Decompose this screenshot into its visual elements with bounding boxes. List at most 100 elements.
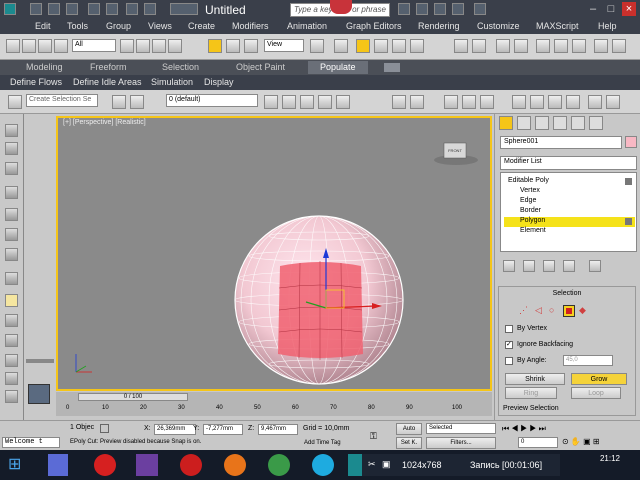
named-selection-sets-input[interactable]: Create Selection Se — [26, 94, 98, 107]
select-and-rotate-icon[interactable] — [226, 39, 240, 53]
set-key-button[interactable]: Set K. — [396, 437, 422, 449]
hierarchy-tab-icon[interactable] — [535, 116, 549, 130]
windows-start-icon[interactable]: ⊞ — [8, 454, 32, 476]
make-unique-icon[interactable] — [543, 260, 555, 272]
display-tab-icon[interactable] — [571, 116, 585, 130]
camera-left-icon[interactable] — [5, 208, 18, 221]
spinner-snap-icon[interactable] — [410, 39, 424, 53]
teapot-icon[interactable] — [5, 186, 18, 199]
chrome-icon[interactable] — [268, 454, 290, 476]
star-icon[interactable] — [452, 3, 464, 15]
define-flows-button[interactable]: Define Flows — [10, 77, 62, 87]
undo-icon[interactable] — [88, 3, 100, 15]
binoculars-icon[interactable] — [398, 3, 410, 15]
angle-spinner[interactable]: 45,0 — [563, 355, 613, 366]
mini-viewport-icon[interactable] — [28, 384, 50, 404]
menu-help[interactable]: Help — [598, 21, 617, 31]
create-layer-icon[interactable] — [264, 95, 278, 109]
stack-item-editable-poly[interactable]: Editable Poly — [504, 177, 635, 187]
selection-filter-dropdown[interactable]: All — [72, 39, 116, 52]
hide-layer-icon[interactable] — [410, 95, 424, 109]
align-icon[interactable] — [472, 39, 486, 53]
select-and-scale-icon[interactable] — [244, 39, 258, 53]
undo-button[interactable] — [6, 39, 20, 53]
object-name-field[interactable]: Sphere001 — [500, 136, 622, 149]
simulation-button[interactable]: Simulation — [151, 77, 193, 87]
new-file-icon[interactable] — [30, 3, 42, 15]
fetch-icon[interactable] — [144, 3, 156, 15]
subscription-icon[interactable] — [416, 3, 428, 15]
y-coordinate-field[interactable]: -7,277mm — [203, 424, 243, 435]
lights-icon[interactable] — [5, 248, 18, 261]
pin-stack-icon[interactable] — [503, 260, 515, 272]
shrink-button[interactable]: Shrink — [505, 373, 565, 385]
helpers-icon[interactable] — [5, 272, 18, 285]
menu-create[interactable]: Create — [188, 21, 215, 31]
select-and-move-icon[interactable] — [208, 39, 222, 53]
create-tab-icon[interactable] — [499, 116, 513, 130]
by-vertex-checkbox[interactable] — [505, 325, 513, 333]
render-setup-icon[interactable] — [594, 39, 608, 53]
lock-selection-icon[interactable] — [100, 424, 109, 433]
opera-icon[interactable] — [180, 454, 202, 476]
menu-group[interactable]: Group — [106, 21, 131, 31]
element-mode-icon[interactable]: ◆ — [579, 305, 589, 315]
tab-modeling[interactable]: Modeling — [26, 62, 63, 72]
unlink-icon[interactable] — [38, 39, 52, 53]
light-icon[interactable] — [606, 95, 620, 109]
layer-visibility-icon[interactable] — [130, 95, 144, 109]
menu-views[interactable]: Views — [148, 21, 172, 31]
loop-button[interactable]: Loop — [571, 387, 621, 399]
grow-button[interactable]: Grow — [571, 373, 627, 385]
hierarchy-icon[interactable] — [5, 334, 18, 347]
define-idle-areas-button[interactable]: Define Idle Areas — [73, 77, 142, 87]
menu-animation[interactable]: Animation — [287, 21, 327, 31]
list-view-icon[interactable] — [5, 162, 18, 175]
sun-icon[interactable] — [5, 354, 18, 367]
x-coordinate-field[interactable]: 26,369mm — [154, 424, 196, 435]
shapes-icon[interactable] — [5, 228, 18, 241]
render-production-icon[interactable] — [462, 95, 476, 109]
key-filters-button[interactable]: Filters... — [426, 437, 496, 449]
rollout-title[interactable]: Selection — [499, 290, 635, 297]
show-end-result-icon[interactable] — [523, 260, 535, 272]
snaps-toggle-icon[interactable] — [356, 39, 370, 53]
ignore-backfacing-checkbox[interactable]: ✓ — [505, 341, 513, 349]
help-icon[interactable] — [474, 3, 486, 15]
light-bulb-icon[interactable] — [5, 372, 18, 385]
redo-icon[interactable] — [106, 3, 118, 15]
render-teapot-icon[interactable] — [444, 95, 458, 109]
keyboard-shortcut-override-icon[interactable] — [8, 95, 22, 109]
render-message-icon[interactable] — [548, 95, 562, 109]
stack-item-vertex[interactable]: Vertex — [504, 187, 635, 197]
window-crossing-icon[interactable] — [168, 39, 182, 53]
hold-icon[interactable] — [126, 3, 138, 15]
layer-explorer-icon[interactable] — [496, 39, 510, 53]
save-file-icon[interactable] — [66, 3, 78, 15]
add-to-layer-icon[interactable] — [282, 95, 296, 109]
display-button[interactable]: Display — [204, 77, 234, 87]
z-coordinate-field[interactable]: 9,467mm — [258, 424, 298, 435]
camera-icon[interactable] — [588, 95, 602, 109]
viewport-scene[interactable]: FRONT — [58, 118, 490, 389]
layer-dropdown[interactable]: 0 (default) — [166, 94, 258, 107]
mirror-icon[interactable] — [454, 39, 468, 53]
maximize-button[interactable]: □ — [604, 2, 618, 16]
camera-capture-icon[interactable]: ▣ — [382, 459, 392, 469]
time-slider[interactable]: 0 / 100 — [78, 393, 188, 401]
render-frame-icon[interactable] — [612, 39, 626, 53]
ribbon-options-icon[interactable] — [384, 63, 400, 72]
playback-controls[interactable]: ⏮◀▶▶⏭ — [502, 424, 632, 434]
sphere-object[interactable] — [234, 215, 404, 385]
vertex-mode-icon[interactable]: ⋰ — [519, 305, 529, 315]
navigation-controls[interactable]: ⊙ ✋ ▣ ⊞ — [562, 437, 622, 448]
key-icon[interactable]: ⚿ — [370, 431, 386, 441]
modify-tab-icon[interactable] — [517, 116, 531, 130]
angle-snap-icon[interactable] — [374, 39, 388, 53]
minimize-button[interactable]: – — [586, 2, 600, 16]
border-mode-icon[interactable]: ○ — [549, 305, 559, 315]
systems-icon[interactable] — [5, 314, 18, 327]
communication-icon[interactable] — [434, 3, 446, 15]
add-time-tag-button[interactable]: Add Time Tag — [304, 440, 341, 446]
current-frame-field[interactable]: 0 — [518, 437, 558, 448]
